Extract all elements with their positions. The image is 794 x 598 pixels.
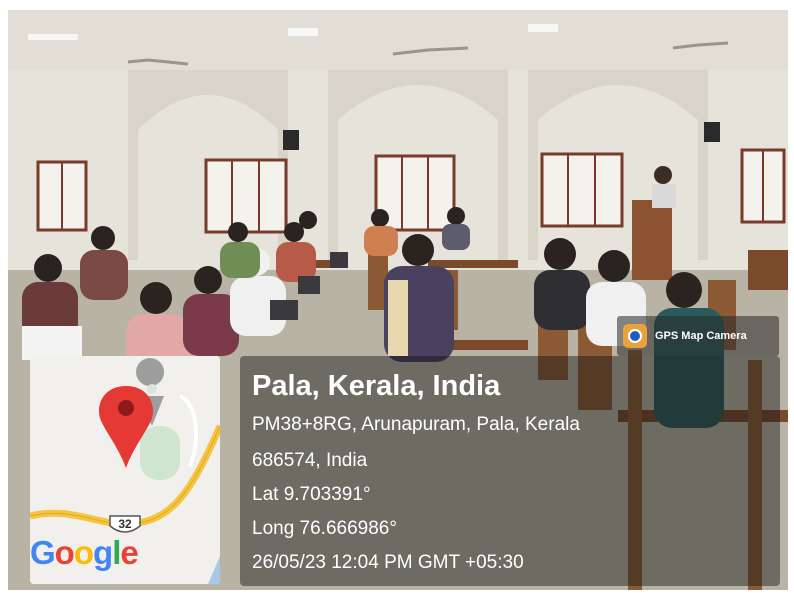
route-number: 32 bbox=[118, 517, 132, 531]
timestamp: 26/05/23 12:04 PM GMT +05:30 bbox=[252, 552, 524, 573]
badge-label: GPS Map Camera bbox=[655, 330, 747, 342]
route-shield-icon: 32 bbox=[108, 514, 142, 536]
address-line-1: PM38+8RG, Arunapuram, Pala, Kerala bbox=[252, 414, 580, 435]
google-logo: Google bbox=[30, 534, 139, 571]
gps-map-camera-badge: GPS Map Camera bbox=[617, 316, 779, 356]
longitude: Long 76.666986° bbox=[252, 518, 397, 539]
address-line-2: 686574, India bbox=[252, 450, 368, 471]
location-map-thumbnail: 32 Google bbox=[30, 356, 220, 584]
location-title: Pala, Kerala, India bbox=[252, 370, 501, 402]
gps-map-camera-icon bbox=[623, 324, 647, 348]
location-info-panel: Pala, Kerala, India PM38+8RG, Arunapuram… bbox=[240, 356, 780, 586]
latitude: Lat 9.703391° bbox=[252, 484, 371, 505]
